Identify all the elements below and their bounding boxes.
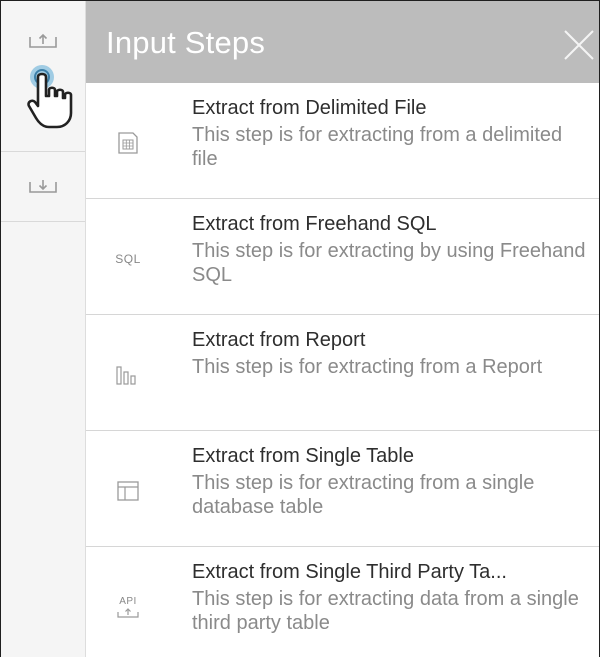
step-description: This step is for extracting from a singl… xyxy=(192,472,535,518)
step-freehand-sql[interactable]: SQL Extract from Freehand SQL This step … xyxy=(86,199,599,315)
step-description: This step is for extracting from a delim… xyxy=(192,124,563,170)
upload-icon xyxy=(29,33,57,48)
step-description: This step is for extracting data from a … xyxy=(192,588,579,634)
step-title: Extract from Freehand SQL xyxy=(192,213,437,235)
left-toolbar xyxy=(1,1,86,657)
step-single-table[interactable]: Extract from Single Table This step is f… xyxy=(86,431,599,547)
step-description: This step is for extracting from a Repor… xyxy=(192,356,543,378)
step-title: Extract from Delimited File xyxy=(192,97,427,119)
step-title: Extract from Single Table xyxy=(192,445,414,467)
step-title: Extract from Single Third Party Ta... xyxy=(192,561,507,583)
delimited-file-icon xyxy=(114,129,142,157)
api-icon: API xyxy=(114,593,142,621)
sql-icon-label: SQL xyxy=(115,252,141,266)
table-icon xyxy=(114,477,142,505)
app-frame: Input Steps Extract from Delimited File … xyxy=(0,0,600,657)
step-delimited-file[interactable]: Extract from Delimited File This step is… xyxy=(86,83,599,199)
step-third-party-table[interactable]: API Extract from Single Third Party Ta..… xyxy=(86,547,599,662)
api-icon-label: API xyxy=(119,595,137,607)
step-report[interactable]: Extract from Report This step is for ext… xyxy=(86,315,599,431)
steps-list: Extract from Delimited File This step is… xyxy=(86,83,599,662)
close-icon[interactable] xyxy=(559,25,599,65)
hand-pointer-icon xyxy=(27,65,73,129)
panel-header: Input Steps xyxy=(86,1,599,83)
download-icon xyxy=(29,180,57,193)
report-icon xyxy=(114,361,142,389)
input-steps-panel: Input Steps Extract from Delimited File … xyxy=(86,1,599,657)
panel-title: Input Steps xyxy=(106,25,266,60)
sql-icon: SQL xyxy=(114,245,142,273)
step-title: Extract from Report xyxy=(192,329,366,351)
step-description: This step is for extracting by using Fre… xyxy=(192,240,586,286)
output-steps-button[interactable] xyxy=(1,151,85,222)
